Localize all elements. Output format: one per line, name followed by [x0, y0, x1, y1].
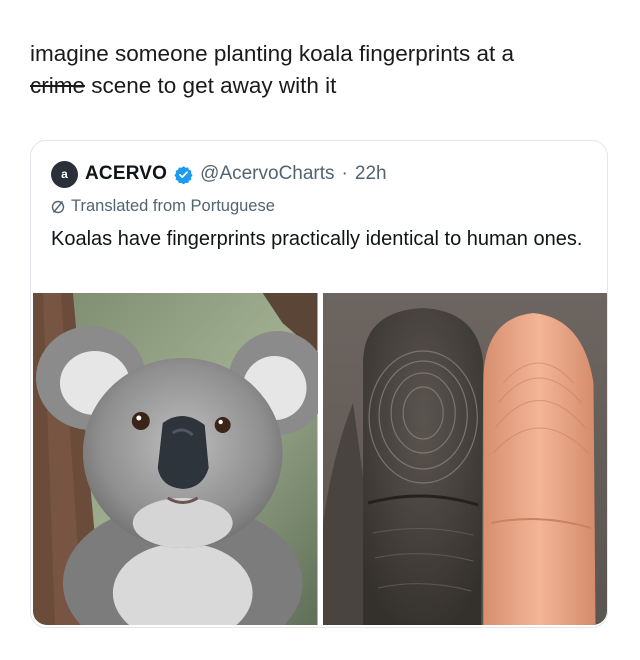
account-handle[interactable]: @AcervoCharts	[200, 163, 334, 185]
avatar-text: a	[61, 167, 68, 181]
caption-text-1: imagine someone planting koala fingerpri…	[30, 41, 515, 66]
tweet-media[interactable]	[33, 293, 607, 625]
translate-icon	[51, 200, 65, 213]
tweet-time[interactable]: 22h	[355, 163, 387, 185]
verified-badge-icon	[174, 165, 193, 184]
koala-photo[interactable]	[33, 293, 318, 625]
account-name[interactable]: ACERVO	[85, 163, 167, 185]
quoted-tweet-card[interactable]: a ACERVO @AcervoCharts · 22h Translated …	[30, 140, 608, 628]
caption-struck-word: crime	[30, 73, 85, 98]
koala-and-human-fingertip-photo[interactable]	[322, 293, 607, 625]
tweet-header: a ACERVO @AcervoCharts · 22h	[51, 159, 387, 189]
translated-label: Translated from Portuguese	[71, 197, 275, 215]
caption-text-2: scene to get away with it	[85, 73, 337, 98]
avatar[interactable]: a	[51, 160, 78, 188]
translated-note[interactable]: Translated from Portuguese	[51, 197, 275, 216]
tweet-text: Koalas have fingerprints practically ide…	[51, 228, 583, 250]
post-caption: imagine someone planting koala fingerpri…	[30, 38, 620, 102]
meta-separator: ·	[341, 163, 348, 184]
